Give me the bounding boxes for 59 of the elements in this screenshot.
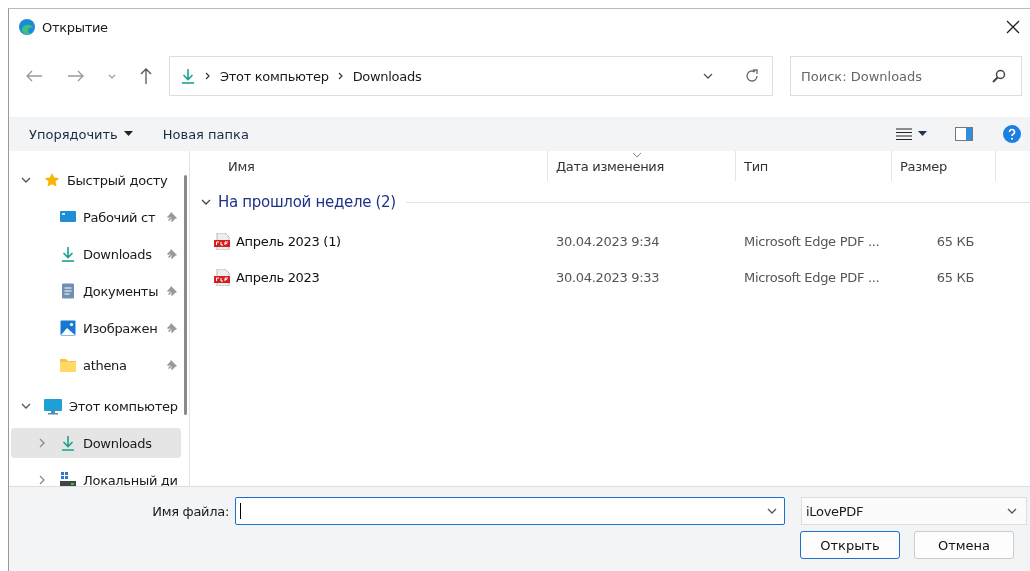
column-header[interactable]: Дата изменения bbox=[548, 151, 736, 181]
sidebar-item[interactable]: Локальный ди bbox=[11, 465, 181, 486]
address-bar[interactable]: Этот компьютер Downloads bbox=[169, 56, 773, 96]
chevron-right-icon bbox=[204, 71, 212, 81]
column-header[interactable]: Тип bbox=[736, 151, 892, 181]
file-name[interactable]: Апрель 2023 bbox=[236, 269, 320, 285]
caret-icon[interactable] bbox=[918, 131, 927, 137]
sidebar-item[interactable]: Downloads bbox=[11, 428, 181, 458]
sidebar-item[interactable]: Downloads bbox=[11, 239, 181, 269]
date-cell-text: 30.04.2023 9:33 bbox=[555, 269, 661, 285]
drive-icon bbox=[60, 471, 76, 486]
file-name[interactable]: Апрель 2023 (1) bbox=[236, 233, 341, 249]
view-menu-icon[interactable] bbox=[896, 128, 912, 140]
field-label: Имя файла: bbox=[151, 503, 230, 519]
star-icon bbox=[44, 171, 60, 189]
group-header[interactable]: На прошлой неделе (2) bbox=[218, 193, 396, 211]
organize-button[interactable]: Упорядочить bbox=[19, 122, 143, 146]
sidebar-item[interactable]: Изображен bbox=[11, 313, 181, 343]
new-folder-button[interactable]: Новая папка bbox=[152, 122, 259, 146]
help-icon[interactable] bbox=[1003, 125, 1021, 143]
pdf-file-icon bbox=[214, 268, 230, 286]
pdf-file-icon bbox=[214, 232, 230, 250]
size-cell-text: 65 КБ bbox=[935, 233, 975, 249]
open-button[interactable]: Открыть bbox=[800, 531, 900, 559]
size-cell-text: 65 КБ bbox=[935, 269, 975, 285]
download-icon bbox=[60, 434, 76, 452]
sidebar-item[interactable]: athena bbox=[11, 350, 181, 380]
download-icon bbox=[180, 67, 196, 85]
app-icon bbox=[18, 18, 36, 36]
cancel-button[interactable]: Отмена bbox=[914, 531, 1014, 559]
sidebar-item[interactable]: Этот компьютер bbox=[11, 391, 181, 421]
type-cell-text: Microsoft Edge PDF ... bbox=[743, 233, 881, 249]
type-cell-text: Microsoft Edge PDF ... bbox=[743, 269, 881, 285]
breadcrumb[interactable]: Downloads bbox=[352, 68, 422, 84]
document-icon bbox=[60, 282, 76, 300]
refresh-icon[interactable] bbox=[744, 68, 760, 84]
monitor-icon bbox=[44, 397, 62, 415]
breadcrumb[interactable]: Этот компьютер bbox=[220, 68, 329, 84]
chevron-right-icon bbox=[336, 71, 345, 81]
folder-icon bbox=[60, 356, 76, 374]
back-icon[interactable] bbox=[25, 69, 43, 83]
forward-icon[interactable] bbox=[67, 69, 85, 83]
window-title: Открытие bbox=[42, 19, 108, 35]
close-icon[interactable] bbox=[1006, 20, 1020, 34]
search-field[interactable]: Поиск: Downloads bbox=[790, 56, 1022, 96]
sidebar-item[interactable]: Быстрый досту bbox=[11, 165, 181, 195]
file-type-dropdown[interactable]: iLovePDF bbox=[801, 497, 1027, 525]
search-icon bbox=[992, 69, 1006, 83]
scrollbar-thumb[interactable] bbox=[183, 175, 187, 415]
column-header[interactable]: Размер bbox=[892, 151, 996, 181]
picture-icon bbox=[60, 319, 76, 337]
download-icon bbox=[60, 245, 76, 263]
filename-field[interactable] bbox=[235, 497, 785, 525]
column-header[interactable]: Имя bbox=[190, 151, 548, 181]
preview-pane-icon[interactable] bbox=[955, 127, 973, 141]
up-icon[interactable] bbox=[139, 67, 153, 85]
date-cell-text: 30.04.2023 9:34 bbox=[555, 233, 661, 249]
sidebar-item[interactable]: Рабочий ст bbox=[11, 202, 181, 232]
sidebar-item[interactable]: Документы bbox=[11, 276, 181, 306]
